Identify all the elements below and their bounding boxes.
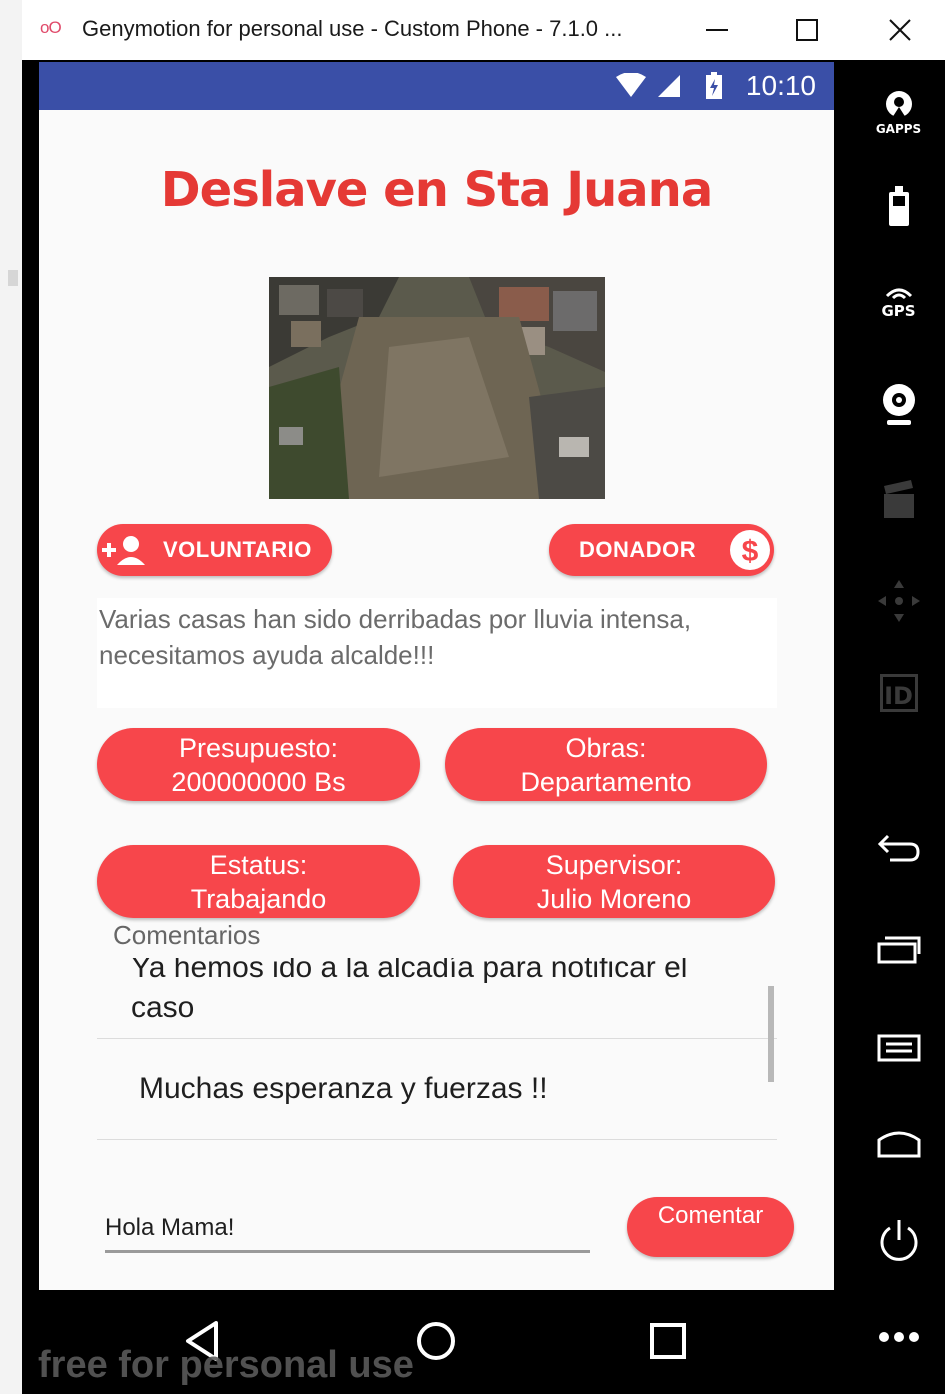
clapperboard-icon — [883, 480, 914, 518]
home-icon — [877, 1131, 920, 1158]
donor-button-label: DONADOR — [579, 537, 697, 562]
dpad-button[interactable] — [852, 578, 945, 624]
landslide-photo — [269, 277, 605, 499]
description-text: Varias casas han sido derribadas por llu… — [97, 598, 777, 708]
gapps-button[interactable]: GAPPS — [852, 90, 945, 136]
android-statusbar: 10:10 — [39, 62, 834, 110]
gps-caption: GPS — [881, 302, 916, 320]
webcam-icon — [882, 384, 915, 425]
recents-nav-icon — [650, 1323, 686, 1359]
status-time: 10:10 — [745, 70, 816, 101]
comment-line-1: Ya hemos ido a la alcadía para notificar… — [131, 958, 688, 984]
dollar-icon: $ — [730, 530, 771, 570]
gapps-icon — [885, 91, 912, 118]
supervisor-button[interactable]: Supervisor: Julio Moreno — [453, 845, 775, 918]
estatus-label: Estatus: — [209, 849, 308, 880]
home-nav-icon — [417, 1322, 455, 1360]
gapps-caption: GAPPS — [875, 122, 922, 136]
obras-label: Obras: — [565, 732, 647, 763]
photo-illustration — [269, 277, 605, 499]
comments-list[interactable]: Ya hemos ido a la alcadía para notificar… — [97, 958, 777, 1148]
comment-input[interactable]: Hola Mama! — [105, 1210, 590, 1253]
back-tool-button[interactable] — [852, 832, 945, 866]
app-screen: Deslave en Sta Juana VOLUNTARIO DONADOR … — [39, 110, 834, 1290]
recent-apps-icon — [877, 936, 920, 964]
device-id-button[interactable]: ID — [852, 674, 945, 712]
wifi-icon — [616, 73, 646, 97]
obras-value: Departamento — [520, 766, 692, 797]
estatus-button[interactable]: Estatus: Trabajando — [97, 845, 420, 918]
back-arrow-icon — [877, 834, 920, 862]
recent-apps-tool-button[interactable] — [852, 932, 945, 966]
desktop-edge — [0, 0, 23, 1394]
comment-text: Muchas esperanza y fuerzas !! — [139, 1072, 548, 1105]
volunteer-button-label: VOLUNTARIO — [163, 537, 312, 562]
supervisor-label: Supervisor: — [545, 849, 683, 880]
list-item[interactable]: Ya hemos ido a la alcadía para notificar… — [97, 958, 777, 1039]
more-tool-button[interactable] — [852, 1330, 945, 1344]
obras-button[interactable]: Obras: Departamento — [445, 728, 767, 801]
svg-text:$: $ — [742, 535, 759, 568]
window-titlebar: oO Genymotion for personal use - Custom … — [22, 0, 945, 60]
window-title: Genymotion for personal use - Custom Pho… — [82, 16, 623, 41]
gps-button[interactable]: GPS — [852, 284, 945, 320]
dpad-icon — [877, 580, 920, 622]
comment-line-2: caso — [131, 991, 195, 1024]
close-icon — [889, 19, 911, 41]
donor-button[interactable]: DONADOR $ — [549, 524, 774, 576]
comments-scrollbar[interactable] — [768, 986, 774, 1082]
comments-heading: Comentarios — [113, 920, 261, 950]
battery-tool-icon — [888, 186, 909, 226]
add-person-icon — [102, 536, 145, 565]
list-item[interactable]: Muchas esperanza y fuerzas !! — [97, 1039, 777, 1140]
battery-icon — [706, 72, 722, 99]
volunteer-button[interactable]: VOLUNTARIO — [97, 524, 332, 576]
close-button[interactable] — [870, 8, 930, 52]
presupuesto-value: 200000000 Bs — [171, 766, 346, 797]
menu-icon — [877, 1034, 920, 1062]
emulator-toolbar: GAPPS GPS ID — [852, 60, 945, 1394]
watermark-text: free for personal use — [38, 1344, 414, 1386]
supervisor-value: Julio Moreno — [536, 883, 692, 914]
menu-tool-button[interactable] — [852, 1032, 945, 1062]
power-tool-button[interactable] — [852, 1218, 945, 1264]
page-title: Deslave en Sta Juana — [160, 162, 713, 218]
power-icon — [880, 1220, 917, 1261]
presupuesto-button[interactable]: Presupuesto: 200000000 Bs — [97, 728, 420, 801]
camera-button[interactable] — [852, 382, 945, 428]
estatus-value: Trabajando — [190, 883, 327, 914]
status-icons — [614, 72, 724, 100]
minimize-icon — [706, 29, 728, 31]
desktop-marker — [8, 270, 18, 286]
cell-signal-icon — [658, 75, 680, 97]
maximize-icon — [796, 19, 818, 41]
battery-button[interactable] — [852, 186, 945, 228]
genymotion-logo-icon: oO — [40, 18, 62, 37]
home-tool-button[interactable] — [852, 1128, 945, 1158]
maximize-button[interactable] — [777, 8, 837, 52]
recents-nav-button[interactable] — [628, 1306, 708, 1376]
device-id-icon: ID — [879, 674, 918, 712]
more-dots-icon — [878, 1332, 919, 1342]
presupuesto-label: Presupuesto: — [178, 732, 339, 763]
minimize-button[interactable] — [687, 8, 747, 52]
comment-submit-button[interactable]: Comentar — [627, 1197, 794, 1257]
capture-button[interactable] — [852, 480, 945, 520]
gps-signal-icon — [885, 288, 912, 300]
